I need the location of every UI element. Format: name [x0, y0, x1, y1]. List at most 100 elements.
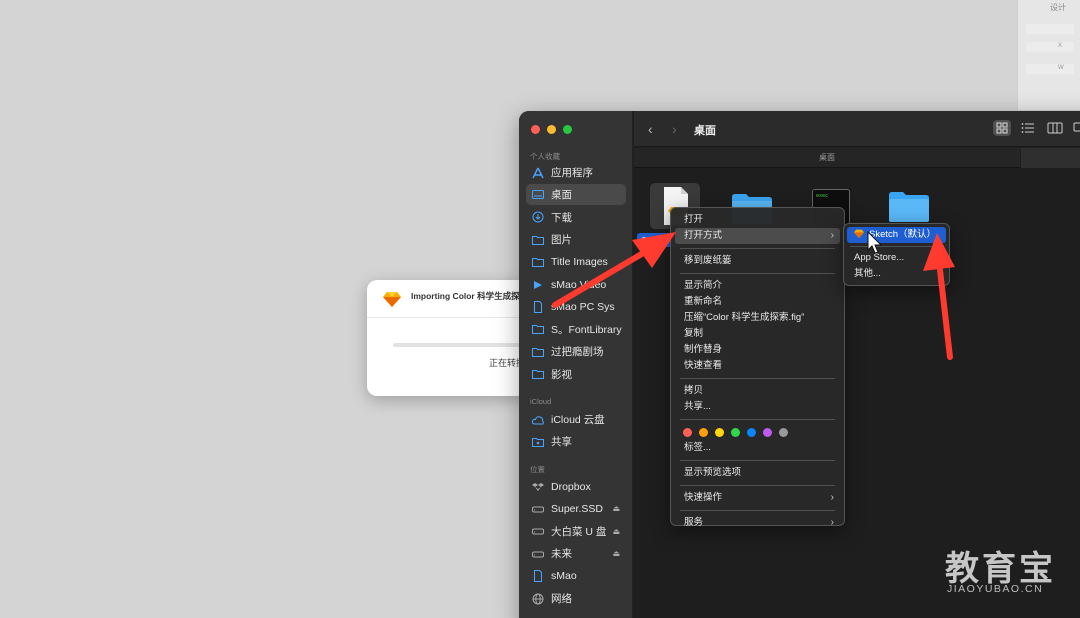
context-menu-item[interactable]: 移到废纸篓 — [675, 253, 840, 269]
import-progress-bar — [393, 343, 527, 347]
menu-item-label: 复制 — [684, 328, 704, 339]
folder-icon — [532, 325, 544, 335]
menu-item-label: 打开 — [684, 214, 704, 225]
menu-item-label: 快速查看 — [684, 360, 723, 371]
open-with-sketch[interactable]: Sketch（默认） — [847, 227, 946, 243]
drive-icon — [532, 506, 544, 513]
eject-icon[interactable]: ⏏ — [612, 549, 620, 558]
folder-icon — [532, 235, 544, 245]
inspector-row — [1026, 64, 1074, 74]
inspector-field-label: W — [1058, 65, 1064, 71]
context-menu-item[interactable]: 打开 — [675, 212, 840, 228]
sidebar-item-label: Super.SSD — [551, 502, 603, 515]
tag-color-dot[interactable] — [715, 428, 724, 437]
forward-button[interactable]: › — [672, 121, 677, 137]
sidebar-item[interactable]: sMao — [526, 566, 626, 587]
sidebar-item[interactable]: 共享 — [526, 431, 626, 452]
sidebar-item[interactable]: Title Images — [526, 252, 626, 273]
zoom-button[interactable] — [563, 125, 572, 134]
menu-separator — [680, 419, 835, 420]
column-view-button[interactable] — [1046, 120, 1064, 136]
menu-item-label: 显示预览选项 — [684, 467, 742, 478]
tag-color-dot[interactable] — [763, 428, 772, 437]
list-icon — [1021, 123, 1034, 133]
eject-icon[interactable]: ⏏ — [612, 504, 620, 513]
import-dialog: Importing Color 科学生成探 正在转换 — [367, 280, 527, 396]
inspector-row — [1026, 42, 1074, 52]
menu-separator — [680, 378, 835, 379]
tag-color-dot[interactable] — [779, 428, 788, 437]
shared-folder-icon — [532, 437, 544, 447]
folder-icon — [532, 258, 544, 268]
sidebar-item[interactable]: S。FontLibrary — [526, 319, 626, 340]
watermark-url: JIAOYUBAO.CN — [947, 583, 1044, 595]
context-menu-item[interactable]: 重新命名 — [675, 294, 840, 310]
tag-color-dot[interactable] — [699, 428, 708, 437]
open-with-other[interactable]: 其他... — [847, 266, 946, 282]
context-menu-item[interactable]: 快速查看 — [675, 358, 840, 374]
minimize-button[interactable] — [547, 125, 556, 134]
sidebar-item-label: 下载 — [551, 211, 572, 224]
sidebar-item[interactable]: 未来 ⏏ — [526, 543, 626, 564]
desktop-icon — [532, 189, 544, 199]
sidebar-item[interactable]: 大白菜 U 盘 ⏏ — [526, 521, 626, 542]
sidebar-item[interactable]: 下载 — [526, 207, 626, 228]
window-controls — [531, 125, 572, 134]
folder-icon[interactable] — [888, 189, 930, 223]
sidebar-item[interactable]: 应用程序 — [526, 162, 626, 183]
folder-icon — [532, 347, 544, 357]
sidebar-item-label: Dropbox — [551, 480, 591, 493]
sidebar-item[interactable]: Super.SSD ⏏ — [526, 498, 626, 519]
sidebar-item[interactable]: sMao Video — [526, 274, 626, 295]
app-icon — [534, 280, 542, 289]
sidebar-item-label: 桌面 — [551, 189, 572, 202]
icon-view-button[interactable] — [993, 120, 1011, 136]
sidebar-item[interactable]: 桌面 — [526, 184, 626, 206]
menu-item-label: 快速操作 — [684, 492, 723, 503]
tag-color-dot[interactable] — [747, 428, 756, 437]
context-menu-item[interactable]: 显示预览选项 — [675, 465, 840, 481]
context-menu-item[interactable]: 拷贝 — [675, 383, 840, 399]
sidebar-item[interactable]: Dropbox — [526, 476, 626, 497]
back-button[interactable]: ‹ — [648, 121, 653, 137]
context-menu-item[interactable]: 共享... — [675, 399, 840, 415]
tag-color-dot[interactable] — [731, 428, 740, 437]
sketch-icon — [854, 229, 864, 238]
sidebar-item-label: Title Images — [551, 256, 608, 269]
context-menu-item[interactable]: 标签... — [675, 440, 840, 456]
sidebar-item[interactable]: 网络 — [526, 588, 626, 609]
cloud-icon — [532, 415, 544, 424]
sidebar-item[interactable]: 影视 — [526, 364, 626, 385]
chevron-right-icon: › — [830, 517, 834, 528]
context-menu-item[interactable]: 复制 — [675, 326, 840, 342]
gallery-view-button[interactable] — [1072, 120, 1080, 136]
menu-item-label: 打开方式 — [684, 230, 723, 241]
inspector-title: 设计 — [1050, 3, 1066, 12]
close-button[interactable] — [531, 125, 540, 134]
eject-icon[interactable]: ⏏ — [612, 527, 620, 536]
sidebar-item[interactable]: iCloud 云盘 — [526, 409, 626, 430]
sidebar-item[interactable]: sMao PC Sys — [526, 296, 626, 317]
list-view-button[interactable] — [1019, 120, 1037, 136]
sidebar-item[interactable]: 过把瘾剧场 — [526, 341, 626, 362]
menu-item-label: 压缩“Color 科学生成探索.fig” — [684, 312, 805, 323]
sidebar-item-label: iCloud 云盘 — [551, 414, 605, 426]
context-menu-item[interactable]: 快速操作 › — [675, 490, 840, 506]
window-title: 桌面 — [694, 125, 716, 137]
open-with-app-store[interactable]: App Store... — [847, 250, 946, 266]
open-with-submenu: Sketch（默认） App Store... 其他... — [843, 223, 950, 286]
sidebar-item[interactable]: 图片 — [526, 229, 626, 250]
grid-icon — [996, 122, 1008, 134]
menu-item-label: 制作替身 — [684, 344, 723, 355]
inspector-field-label: X — [1058, 43, 1063, 49]
context-menu-item[interactable]: 服务 › — [675, 515, 840, 531]
context-menu-item[interactable]: 压缩“Color 科学生成探索.fig” — [675, 310, 840, 326]
locations-section-label: 位置 — [530, 465, 545, 474]
context-menu-item[interactable]: 显示简介 — [675, 278, 840, 294]
context-menu-item[interactable]: 制作替身 — [675, 342, 840, 358]
context-menu-item[interactable]: 打开方式 › — [675, 228, 840, 244]
tag-colors — [671, 424, 844, 440]
finder-sidebar: 个人收藏 应用程序 桌面 下载 图片 Title Images sMao Video sMa… — [519, 111, 633, 618]
menu-separator — [680, 248, 835, 249]
tag-color-dot[interactable] — [683, 428, 692, 437]
